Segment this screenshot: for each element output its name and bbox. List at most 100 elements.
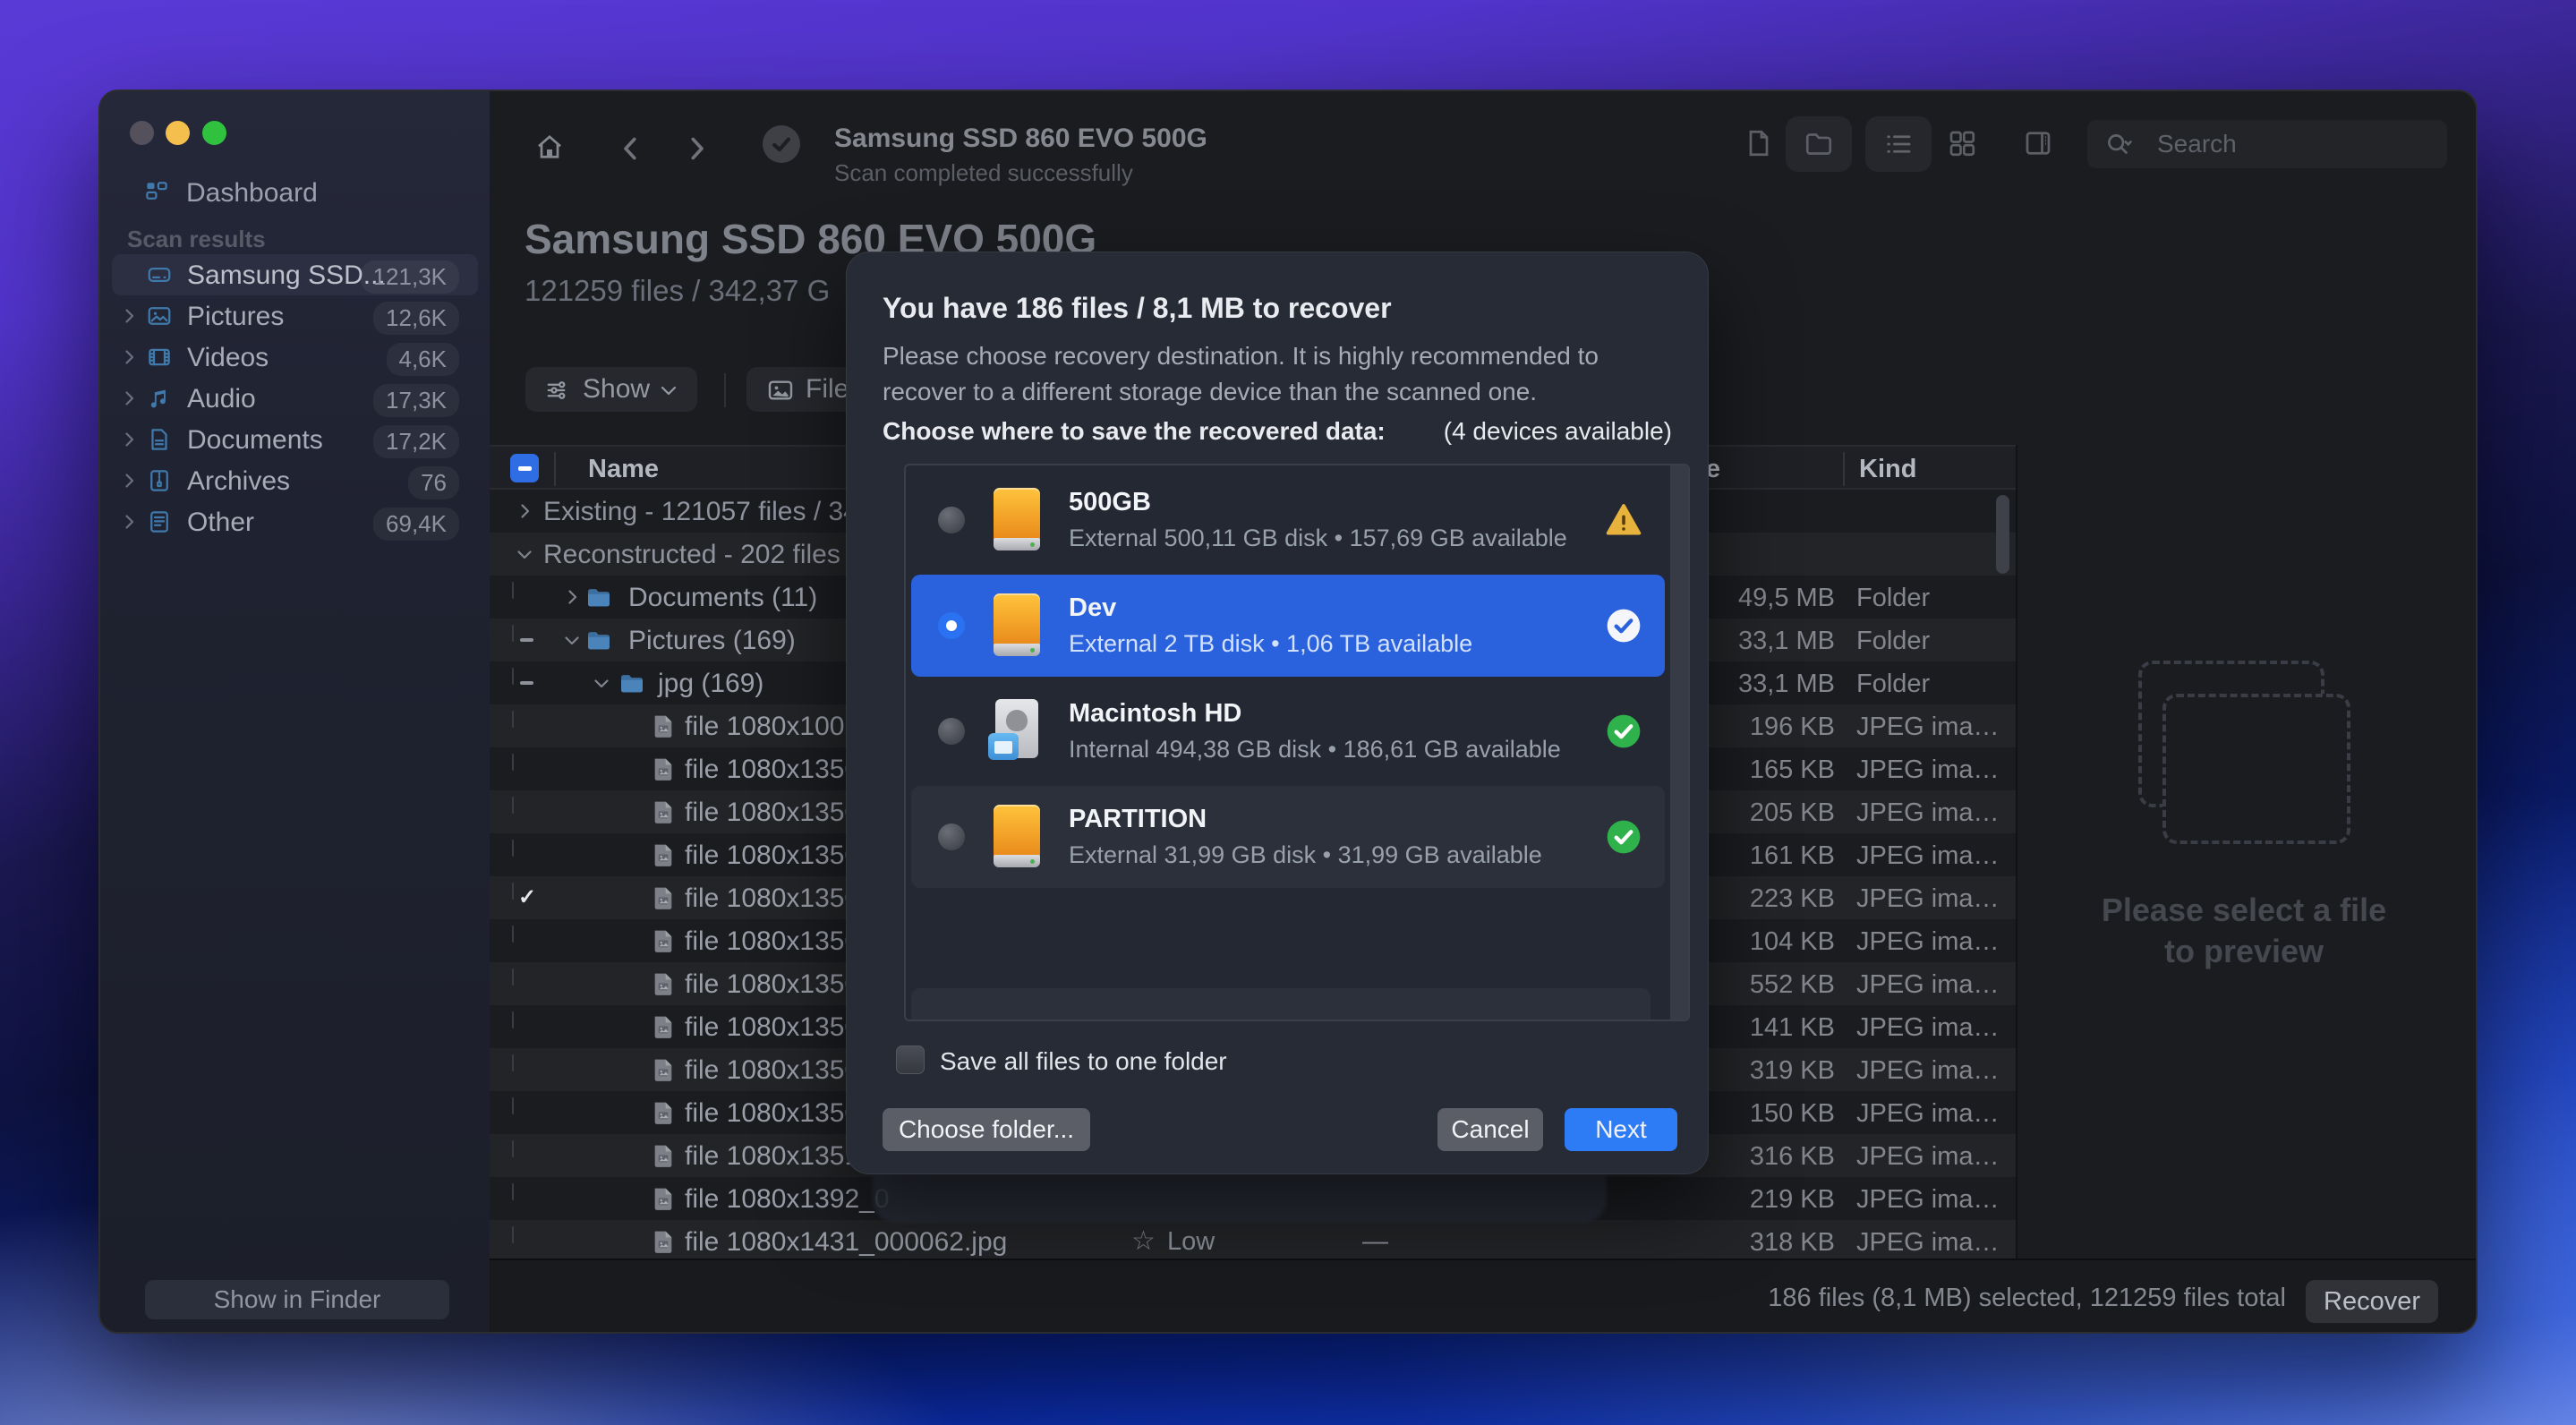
- row-checkbox[interactable]: [512, 669, 514, 685]
- sidebar-item[interactable]: Samsung SSD... 121,3K: [112, 254, 478, 295]
- forward-icon[interactable]: [680, 132, 712, 165]
- row-type-icon: [649, 969, 678, 998]
- row-disclosure-icon[interactable]: [561, 586, 583, 608]
- minimize-window-button[interactable]: [166, 121, 190, 145]
- row-checkbox[interactable]: [512, 840, 514, 857]
- new-file-icon[interactable]: [1743, 127, 1775, 159]
- row-kind: Folder: [1856, 670, 1930, 699]
- row-checkbox[interactable]: [512, 969, 514, 986]
- toolbar-subtitle: Scan completed successfully: [834, 159, 1133, 187]
- devices-available-label: (4 devices available): [1444, 417, 1672, 446]
- select-all-checkbox[interactable]: [510, 454, 539, 482]
- row-size: 150 KB: [1750, 1099, 1835, 1129]
- choose-folder-button[interactable]: Choose folder...: [883, 1108, 1090, 1151]
- row-kind: JPEG ima…: [1856, 1228, 2000, 1258]
- desktop: Dashboard Scan results Samsung SSD... 12…: [0, 0, 2576, 1425]
- row-checkbox[interactable]: [512, 712, 514, 728]
- show-filter-button[interactable]: Show: [525, 367, 697, 412]
- sidebar-item-dashboard[interactable]: Dashboard: [100, 175, 490, 211]
- device-radio[interactable]: [938, 823, 965, 850]
- Macintosh HD[interactable]: Macintosh HD Internal 494,38 GB disk • 1…: [911, 680, 1665, 782]
- recovery-destination-dialog: You have 186 files / 8,1 MB to recover P…: [846, 252, 1709, 1174]
- row-checkbox[interactable]: [512, 926, 514, 943]
- device-description: Internal 494,38 GB disk • 186,61 GB avai…: [1069, 736, 1604, 764]
- 500GB[interactable]: 500GB External 500,11 GB disk • 157,69 G…: [911, 469, 1665, 571]
- device-radio[interactable]: [938, 507, 965, 533]
- device-drive-icon: [988, 803, 1045, 871]
- close-window-button[interactable]: [130, 121, 154, 145]
- row-checkbox[interactable]: [512, 583, 514, 599]
- row-checkbox[interactable]: [512, 626, 514, 642]
- sidebar-item-count: 4,6K: [387, 343, 460, 376]
- sidebar-item-icon: [146, 426, 173, 453]
- row-kind: JPEG ima…: [1856, 1013, 2000, 1043]
- row-checkbox[interactable]: [512, 755, 514, 771]
- device-status-icon: [1604, 712, 1643, 751]
- save-to-one-folder-label: Save all files to one folder: [940, 1047, 1227, 1076]
- recover-button[interactable]: Recover: [2306, 1280, 2438, 1323]
- chevron-right-icon[interactable]: [118, 346, 140, 368]
- device-list-scrollbar[interactable]: [1670, 465, 1688, 1020]
- table-scrollbar[interactable]: [1996, 495, 2009, 574]
- row-checkbox[interactable]: [512, 1055, 514, 1071]
- sidebar-item[interactable]: Pictures 12,6K: [112, 295, 478, 337]
- device-description: External 2 TB disk • 1,06 TB available: [1069, 630, 1604, 658]
- sliders-icon: [545, 377, 572, 404]
- home-icon[interactable]: [533, 131, 566, 163]
- preview-panel-icon[interactable]: [2022, 127, 2054, 159]
- row-size: 104 KB: [1750, 927, 1835, 957]
- row-kind: JPEG ima…: [1856, 1056, 2000, 1086]
- column-header-kind[interactable]: Kind: [1859, 455, 1916, 484]
- row-checkbox[interactable]: [512, 1012, 514, 1028]
- row-checkbox[interactable]: [512, 1098, 514, 1114]
- sidebar-item-label: Audio: [187, 384, 256, 414]
- Dev[interactable]: Dev External 2 TB disk • 1,06 TB availab…: [911, 575, 1665, 677]
- row-name: file 1080x1392_0: [685, 1184, 890, 1215]
- device-radio[interactable]: [938, 718, 965, 745]
- list-view-button[interactable]: [1865, 116, 1932, 172]
- chevron-right-icon[interactable]: [118, 511, 140, 533]
- row-checkbox[interactable]: [512, 798, 514, 814]
- row-kind: JPEG ima…: [1856, 755, 2000, 785]
- chevron-right-icon[interactable]: [118, 388, 140, 409]
- sidebar: Dashboard Scan results Samsung SSD... 12…: [100, 91, 490, 1332]
- sidebar-item-icon: [146, 303, 173, 329]
- folder-view-button[interactable]: [1786, 116, 1852, 172]
- row-name: Pictures (169): [628, 626, 796, 656]
- sidebar-item[interactable]: Audio 17,3K: [112, 378, 478, 419]
- row-checkbox[interactable]: [512, 1184, 514, 1200]
- row-disclosure-icon[interactable]: [561, 629, 583, 651]
- row-checkbox[interactable]: [512, 883, 514, 900]
- row-size: 223 KB: [1750, 884, 1835, 914]
- row-kind: JPEG ima…: [1856, 927, 2000, 957]
- save-to-one-folder-checkbox[interactable]: [896, 1045, 925, 1074]
- file-type-filter-label: File: [806, 374, 849, 405]
- sidebar-item[interactable]: Documents 17,2K: [112, 419, 478, 460]
- show-in-finder-button[interactable]: Show in Finder: [145, 1280, 449, 1319]
- device-radio[interactable]: [938, 612, 965, 639]
- cancel-button[interactable]: Cancel: [1437, 1108, 1543, 1151]
- row-disclosure-icon[interactable]: [591, 672, 612, 694]
- row-kind: JPEG ima…: [1856, 1099, 2000, 1129]
- sidebar-item[interactable]: Videos 4,6K: [112, 337, 478, 378]
- row-checkbox[interactable]: [512, 1227, 514, 1243]
- search-input[interactable]: Search: [2087, 120, 2447, 168]
- row-type-icon: [649, 883, 678, 912]
- back-icon[interactable]: [615, 132, 647, 165]
- sidebar-item[interactable]: Archives 76: [112, 460, 478, 501]
- row-checkbox[interactable]: [512, 1141, 514, 1157]
- row-size: 141 KB: [1750, 1013, 1835, 1043]
- zoom-window-button[interactable]: [202, 121, 226, 145]
- column-header-name[interactable]: Name: [588, 455, 659, 484]
- sidebar-item[interactable]: Other 69,4K: [112, 501, 478, 542]
- grid-view-icon[interactable]: [1946, 127, 1978, 159]
- PARTITION[interactable]: PARTITION External 31,99 GB disk • 31,99…: [911, 786, 1665, 888]
- next-button[interactable]: Next: [1565, 1108, 1677, 1151]
- chevron-right-icon[interactable]: [118, 470, 140, 491]
- chevron-right-icon[interactable]: [118, 305, 140, 327]
- row-name: jpg (169): [658, 669, 763, 699]
- row-size: 49,5 MB: [1738, 584, 1835, 613]
- file 1080x1431_000062.jpg[interactable]: file 1080x1431_000062.jpg ☆ Low — 318 KB…: [490, 1220, 2016, 1259]
- sidebar-item-count: 17,3K: [373, 384, 459, 417]
- chevron-right-icon[interactable]: [118, 429, 140, 450]
